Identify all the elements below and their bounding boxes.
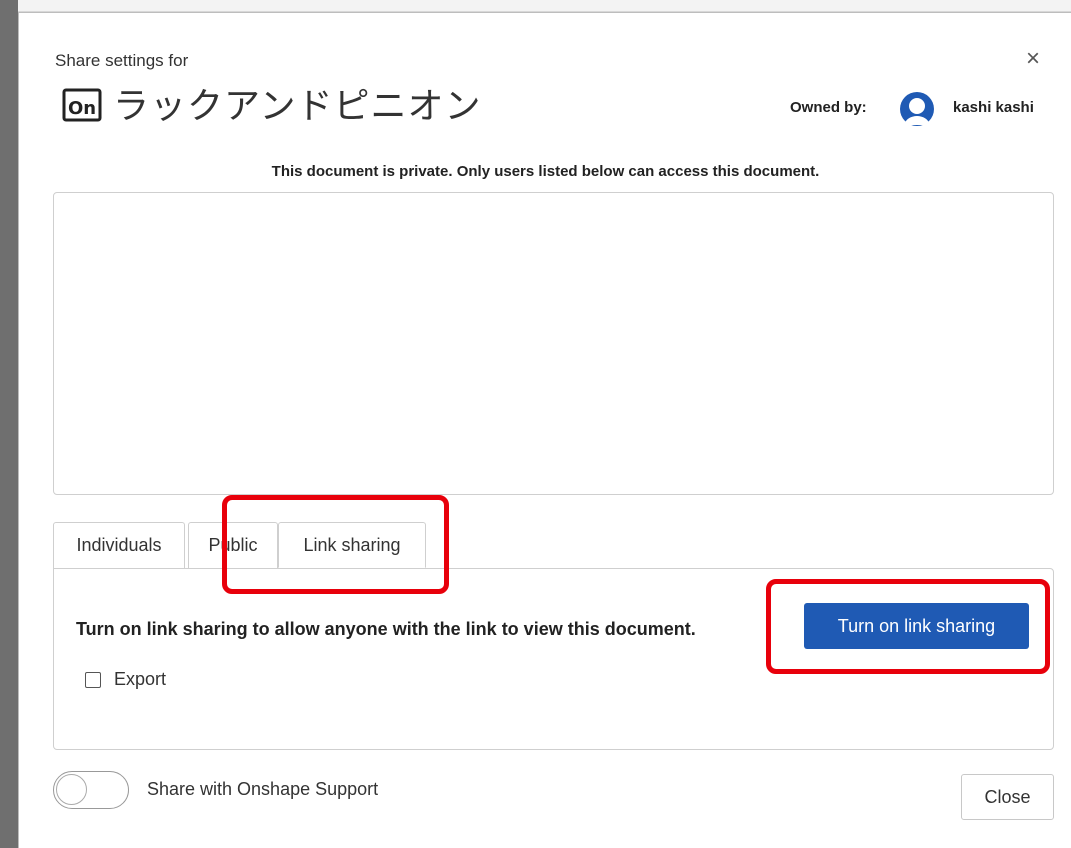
tab-public[interactable]: Public	[188, 522, 278, 568]
support-share-label: Share with Onshape Support	[147, 779, 379, 799]
share-settings-dialog: Share settings for × On ラックアンドピニオン Owned…	[18, 12, 1071, 848]
background-app-toolbar	[0, 0, 1071, 12]
dialog-header-label: Share settings for	[55, 51, 189, 70]
close-button[interactable]: Close	[961, 774, 1054, 820]
document-title: ラックアンドピニオン	[113, 86, 482, 127]
tab-link-sharing[interactable]: Link sharing	[278, 522, 426, 568]
user-avatar-icon	[900, 92, 934, 126]
svg-text:On: On	[68, 98, 96, 119]
owned-by-label: Owned by:	[790, 99, 867, 116]
link-sharing-message: Turn on link sharing to allow anyone wit…	[76, 619, 696, 639]
shared-users-list	[53, 192, 1054, 495]
turn-on-link-sharing-button[interactable]: Turn on link sharing	[804, 603, 1029, 649]
onshape-doc-icon: On	[62, 88, 102, 122]
support-share-toggle[interactable]	[53, 771, 129, 809]
export-checkbox[interactable]	[85, 672, 101, 688]
background-app-edge	[0, 0, 18, 848]
tab-individuals[interactable]: Individuals	[53, 522, 185, 568]
privacy-message: This document is private. Only users lis…	[271, 163, 820, 180]
link-sharing-panel	[53, 568, 1054, 750]
close-icon[interactable]: ×	[1026, 47, 1040, 71]
owner-name: kashi kashi	[953, 99, 1034, 116]
export-label: Export	[114, 669, 167, 689]
toggle-knob	[56, 774, 87, 805]
